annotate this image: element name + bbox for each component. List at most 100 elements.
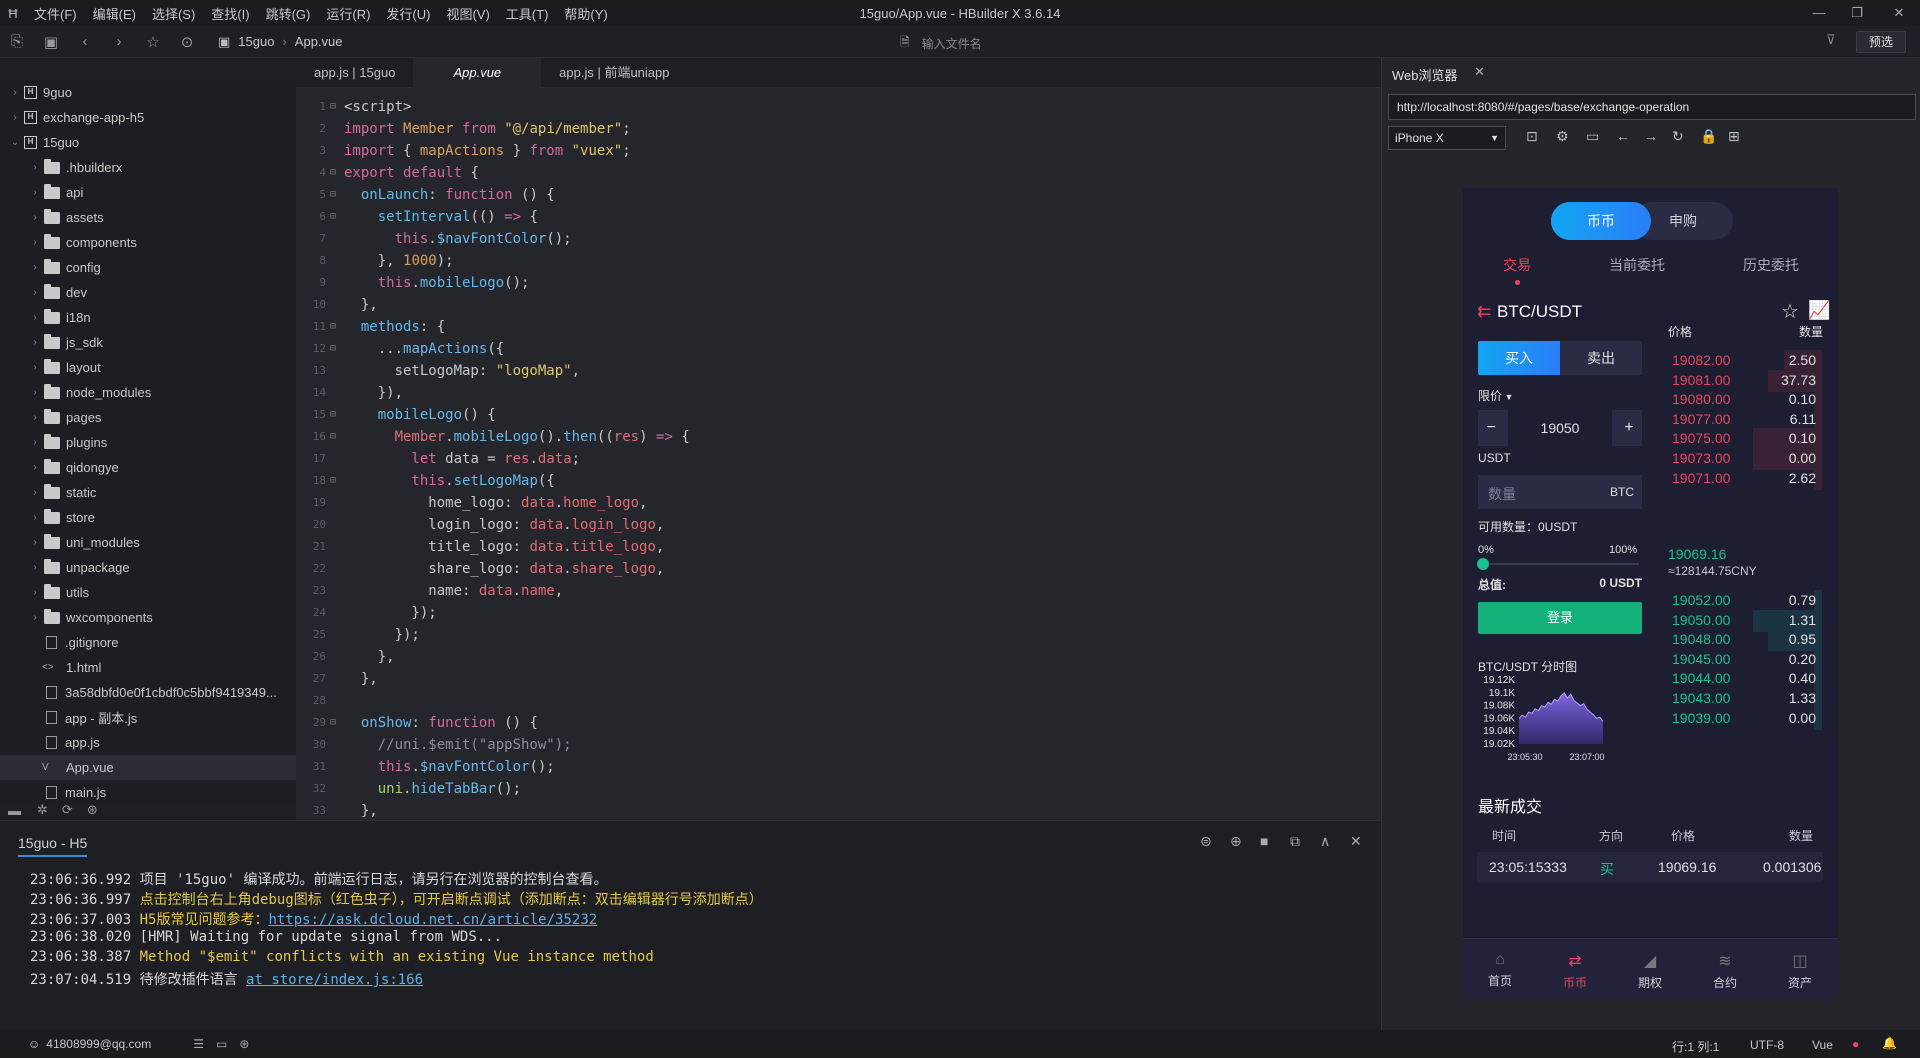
editor-tab[interactable]: app.js | 前端uniapp: [541, 58, 687, 88]
tree-item[interactable]: › api: [0, 180, 296, 205]
chevron-right-icon[interactable]: ›: [28, 362, 42, 373]
chevron-right-icon[interactable]: ›: [28, 587, 42, 598]
tree-item[interactable]: › static: [0, 480, 296, 505]
breadcrumb-file[interactable]: App.vue: [295, 34, 343, 49]
line-number[interactable]: 4: [296, 162, 326, 184]
close-console-icon[interactable]: ✕: [1350, 833, 1362, 850]
fold-toggle-icon[interactable]: ⊟: [330, 162, 336, 184]
breadcrumb-project[interactable]: 15guo: [238, 34, 274, 49]
folder-icon[interactable]: ▬: [8, 803, 21, 818]
line-number[interactable]: 25: [296, 624, 326, 646]
menu-item-9[interactable]: 帮助(Y): [556, 4, 615, 23]
device-select[interactable]: iPhone X ▼: [1388, 126, 1506, 150]
tree-item[interactable]: › wxcomponents: [0, 605, 296, 630]
menu-item-5[interactable]: 运行(R): [318, 4, 378, 23]
tree-item[interactable]: › store: [0, 505, 296, 530]
tree-item[interactable]: <> 1.html: [0, 655, 296, 680]
price-input[interactable]: 19050: [1508, 410, 1612, 446]
plugin-icon[interactable]: ⊛: [87, 802, 98, 818]
cursor-position[interactable]: 行:1 列:1: [1672, 1038, 1719, 1055]
chevron-right-icon[interactable]: ›: [28, 337, 42, 348]
tree-item[interactable]: › utils: [0, 580, 296, 605]
line-number[interactable]: 19: [296, 492, 326, 514]
line-number[interactable]: 33: [296, 800, 326, 820]
chevron-down-icon[interactable]: ⌄: [8, 137, 22, 148]
filter-icon[interactable]: ⊽: [1826, 32, 1836, 48]
back-icon[interactable]: ‹: [68, 33, 102, 50]
fold-toggle-icon[interactable]: ⊟: [330, 712, 336, 734]
tree-item[interactable]: ⌄ H 15guo: [0, 130, 296, 155]
tree-item[interactable]: › qidongye: [0, 455, 296, 480]
account-label[interactable]: 41808999@qq.com: [46, 1037, 151, 1051]
tree-item[interactable]: › config: [0, 255, 296, 280]
line-number[interactable]: 12: [296, 338, 326, 360]
tree-item[interactable]: › js_sdk: [0, 330, 296, 355]
tree-item[interactable]: › pages: [0, 405, 296, 430]
line-number[interactable]: 14: [296, 382, 326, 404]
bell-icon[interactable]: 🔔: [1882, 1036, 1897, 1050]
price-stepper[interactable]: − 19050 +: [1478, 410, 1642, 446]
menu-item-0[interactable]: 文件(F): [26, 4, 85, 23]
notification-badge-icon[interactable]: ●: [1852, 1037, 1859, 1051]
line-number[interactable]: 29: [296, 712, 326, 734]
line-number[interactable]: 9: [296, 272, 326, 294]
line-number[interactable]: 6: [296, 206, 326, 228]
line-number[interactable]: 10: [296, 294, 326, 316]
tree-item[interactable]: › assets: [0, 205, 296, 230]
buy-tab[interactable]: 买入: [1478, 341, 1560, 375]
chevron-right-icon[interactable]: ›: [28, 262, 42, 273]
quantity-field[interactable]: 数量 BTC: [1478, 475, 1642, 509]
tree-item[interactable]: 3a58dbfd0e0f1cbdf0c5bbf9419349...: [0, 680, 296, 705]
chevron-right-icon[interactable]: ›: [28, 187, 42, 198]
forward-icon[interactable]: ›: [102, 33, 136, 50]
tree-item[interactable]: › node_modules: [0, 380, 296, 405]
line-number[interactable]: 11: [296, 316, 326, 338]
open-external-icon[interactable]: ⧉: [1290, 833, 1300, 850]
tree-item[interactable]: › layout: [0, 355, 296, 380]
ask-row[interactable]: 19071.00 2.62: [1668, 467, 1822, 490]
line-number[interactable]: 20: [296, 514, 326, 536]
debug-bug-icon[interactable]: ⊕: [1230, 833, 1242, 850]
tree-item[interactable]: › components: [0, 230, 296, 255]
new-file-icon[interactable]: ⎘: [0, 33, 34, 50]
sell-tab[interactable]: 卖出: [1560, 341, 1642, 375]
preview-button[interactable]: 预选: [1856, 31, 1906, 53]
console-link[interactable]: at store/index.js:166: [246, 972, 423, 988]
menu-item-7[interactable]: 视图(V): [438, 4, 497, 23]
tree-item[interactable]: › unpackage: [0, 555, 296, 580]
console-tab[interactable]: 15guo - H5: [18, 835, 88, 857]
browser-tab-title[interactable]: Web浏览器: [1392, 65, 1458, 84]
chevron-right-icon[interactable]: ›: [28, 237, 42, 248]
chevron-right-icon[interactable]: ›: [28, 412, 42, 423]
fold-toggle-icon[interactable]: ⊟: [330, 426, 336, 448]
tree-item[interactable]: V App.vue: [0, 755, 296, 780]
chevron-right-icon[interactable]: ›: [28, 312, 42, 323]
tab-history-orders[interactable]: 历史委托: [1743, 255, 1799, 275]
chevron-up-icon[interactable]: ∧: [1320, 833, 1330, 850]
menu-item-8[interactable]: 工具(T): [498, 4, 557, 23]
tree-item[interactable]: app - 副本.js: [0, 705, 296, 730]
menu-item-3[interactable]: 查找(I): [203, 4, 257, 23]
line-number[interactable]: 26: [296, 646, 326, 668]
line-number[interactable]: 2: [296, 118, 326, 140]
line-number[interactable]: 24: [296, 602, 326, 624]
price-minus-button[interactable]: −: [1478, 410, 1504, 446]
close-window-button[interactable]: ✕: [1884, 2, 1914, 24]
line-number[interactable]: 3: [296, 140, 326, 162]
tree-item[interactable]: app.js: [0, 730, 296, 755]
chevron-right-icon[interactable]: ›: [28, 462, 42, 473]
browser-close-icon[interactable]: ✕: [1474, 64, 1485, 80]
login-button[interactable]: 登录: [1478, 602, 1642, 634]
line-number[interactable]: 22: [296, 558, 326, 580]
lock-icon[interactable]: 🔒: [1700, 128, 1717, 145]
nav-home[interactable]: ⌂ 首页: [1470, 951, 1530, 989]
console-link[interactable]: https://ask.dcloud.net.cn/article/35232: [268, 912, 597, 928]
chevron-right-icon[interactable]: ›: [28, 162, 42, 173]
line-number[interactable]: 28: [296, 690, 326, 712]
chevron-right-icon[interactable]: ›: [8, 112, 22, 123]
percent-slider-track[interactable]: [1483, 563, 1639, 565]
line-number[interactable]: 16: [296, 426, 326, 448]
screenshot-icon[interactable]: ⊡: [1526, 128, 1538, 145]
bid-row[interactable]: 19039.00 0.00: [1668, 707, 1822, 730]
line-number[interactable]: 27: [296, 668, 326, 690]
